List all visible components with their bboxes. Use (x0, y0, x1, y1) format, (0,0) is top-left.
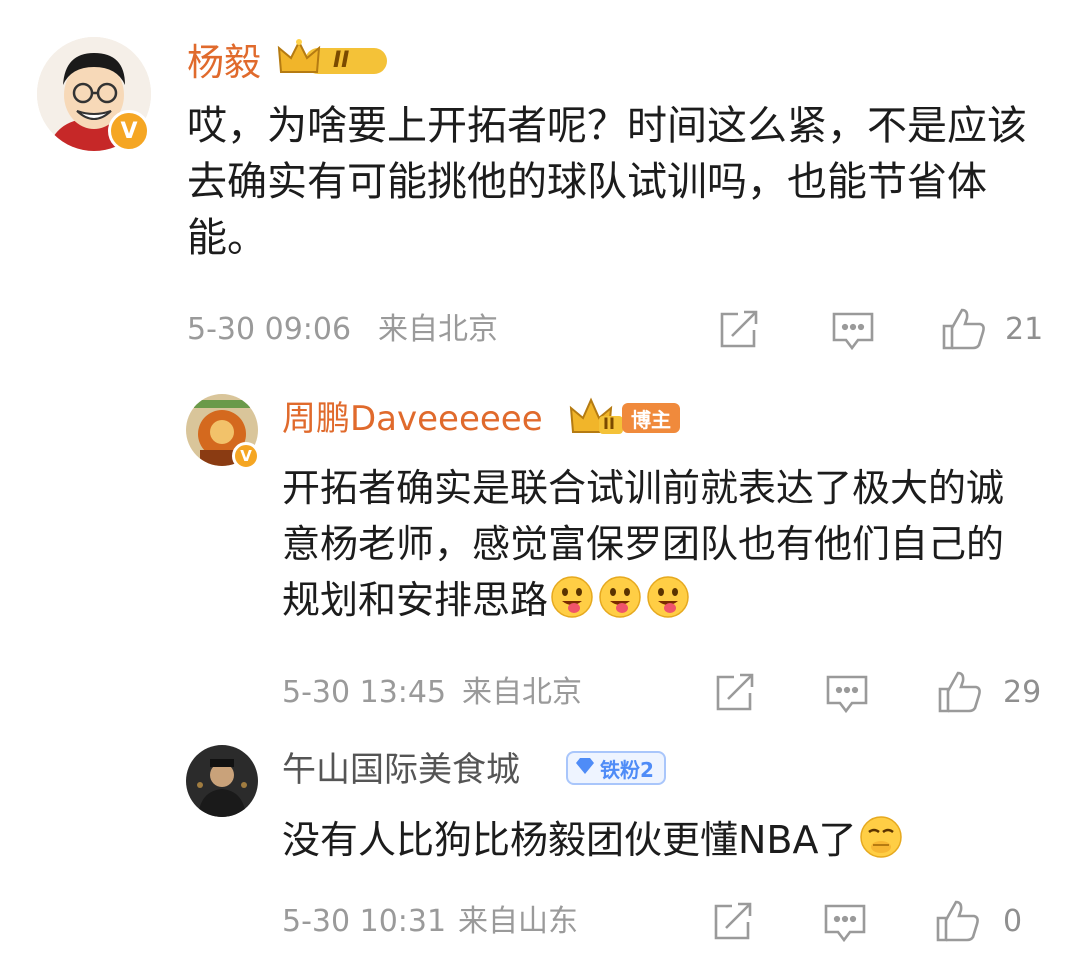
reply-text: 没有人比狗比杨毅团伙更懂NBA了 (282, 812, 1002, 868)
username[interactable]: 周鹏Daveeeeee (282, 402, 543, 436)
reply-text-content: 没有人比狗比杨毅团伙更懂NBA了 (282, 818, 857, 862)
fan-badge: 铁粉2 (566, 751, 666, 785)
crown-level-badge: II (569, 396, 625, 438)
location: 来自山东 (458, 904, 578, 939)
location: 来自北京 (462, 675, 582, 710)
like-count: 29 (1003, 675, 1042, 710)
like-icon[interactable] (940, 306, 988, 352)
username[interactable]: 杨毅 (187, 44, 261, 81)
level-badge-text: II (603, 414, 615, 433)
location: 来自北京 (378, 312, 498, 347)
avatar[interactable] (186, 745, 258, 817)
timestamp: 5-30 09:06 (187, 312, 352, 347)
like-count: 21 (1005, 312, 1044, 347)
timestamp: 5-30 10:31 (282, 904, 447, 939)
share-icon[interactable] (716, 308, 762, 352)
like-icon[interactable] (936, 669, 984, 715)
like-icon[interactable] (934, 898, 982, 944)
comment-icon[interactable] (822, 900, 868, 944)
diamond-icon (574, 756, 596, 780)
username[interactable]: 午山国际美食城 (282, 753, 520, 787)
fan-badge-label: 铁粉2 (600, 757, 654, 782)
verified-badge-icon: V (232, 442, 260, 470)
laugh-hide-emoji (859, 815, 903, 859)
tongue-out-emoji (598, 575, 642, 619)
blogger-tag: 博主 (622, 403, 680, 433)
timestamp: 5-30 13:45 (282, 675, 447, 710)
comment-icon[interactable] (830, 308, 876, 352)
share-icon[interactable] (710, 900, 756, 944)
crown-level-badge: II (275, 36, 391, 80)
comment-icon[interactable] (824, 671, 870, 715)
share-icon[interactable] (712, 671, 758, 715)
comment-text: 哎，为啥要上开拓者呢？时间这么紧，不是应该去确实有可能挑他的球队试训吗，也能节省… (187, 103, 1027, 261)
level-badge-text: II (333, 48, 350, 73)
reply-text-content: 开拓者确实是联合试训前就表达了极大的诚意杨老师，感觉富保罗团队也有他们自己的规划… (282, 466, 1005, 622)
tongue-out-emoji (646, 575, 690, 619)
reply-text: 开拓者确实是联合试训前就表达了极大的诚意杨老师，感觉富保罗团队也有他们自己的规划… (282, 460, 1012, 628)
verified-badge-icon: V (108, 110, 150, 152)
tongue-out-emoji (550, 575, 594, 619)
like-count: 0 (1003, 904, 1023, 939)
